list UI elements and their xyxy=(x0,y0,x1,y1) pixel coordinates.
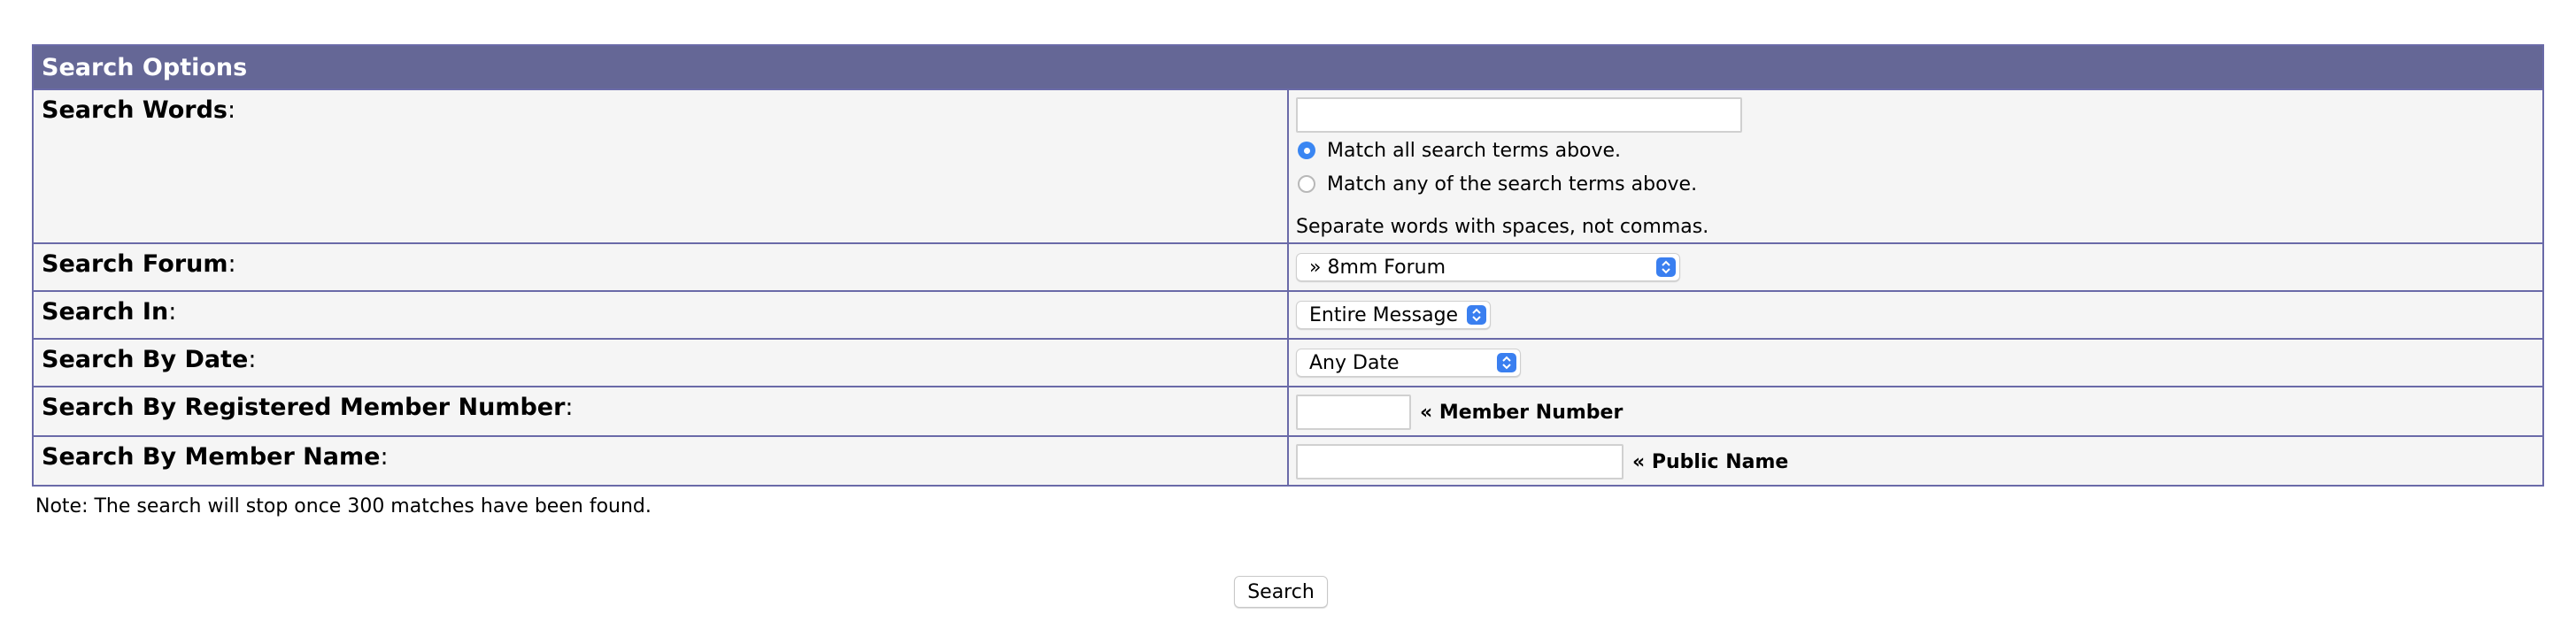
match-any-radio[interactable] xyxy=(1298,175,1315,193)
search-member-name-row: Search By Member Name: « Public Name xyxy=(32,435,2544,487)
search-member-number-value-cell: « Member Number xyxy=(1287,386,2544,437)
search-date-value-cell: Any Date xyxy=(1287,338,2544,387)
search-member-name-value-cell: « Public Name xyxy=(1287,435,2544,487)
match-all-radio[interactable] xyxy=(1298,142,1315,159)
search-member-name-label-cell: Search By Member Name: xyxy=(32,435,1289,487)
search-forum-value-cell: » 8mm Forum xyxy=(1287,242,2544,292)
search-forum-label-cell: Search Forum: xyxy=(32,242,1289,292)
match-all-label: Match all search terms above. xyxy=(1327,139,1622,162)
up-down-chevron-icon xyxy=(1656,257,1676,277)
member-number-input[interactable] xyxy=(1296,395,1411,430)
search-in-label: Search In xyxy=(42,298,169,326)
match-any-label: Match any of the search terms above. xyxy=(1327,172,1698,196)
search-member-name-label: Search By Member Name xyxy=(42,443,381,471)
search-forum-row: Search Forum: » 8mm Forum xyxy=(32,242,2544,292)
search-words-label: Search Words xyxy=(42,96,228,124)
search-member-number-label: Search By Registered Member Number xyxy=(42,394,566,421)
search-options-table: Search Options Search Words: Match all s… xyxy=(32,44,2544,487)
search-words-input[interactable] xyxy=(1296,97,1742,133)
search-in-label-cell: Search In: xyxy=(32,290,1289,340)
search-button[interactable]: Search xyxy=(1234,576,1328,608)
search-in-value-cell: Entire Message xyxy=(1287,290,2544,340)
search-date-row: Search By Date: Any Date xyxy=(32,338,2544,387)
search-limit-note: Note: The search will stop once 300 matc… xyxy=(35,495,652,518)
search-words-hint: Separate words with spaces, not commas. xyxy=(1296,216,1709,238)
public-name-hint: « Public Name xyxy=(1632,450,1789,473)
search-options-title: Search Options xyxy=(32,44,2544,90)
search-forum-selected: » 8mm Forum xyxy=(1309,256,1446,279)
search-words-row: Search Words: Match all search terms abo… xyxy=(32,88,2544,244)
search-in-row: Search In: Entire Message xyxy=(32,290,2544,340)
header-row: Search Options xyxy=(32,44,2544,90)
search-words-label-cell: Search Words: xyxy=(32,88,1289,244)
match-any-option[interactable]: Match any of the search terms above. xyxy=(1296,168,2542,200)
search-date-label-cell: Search By Date: xyxy=(32,338,1289,387)
member-number-hint: « Member Number xyxy=(1420,401,1623,424)
match-all-option[interactable]: Match all search terms above. xyxy=(1296,134,2542,166)
search-date-select[interactable]: Any Date xyxy=(1296,349,1521,377)
member-name-input[interactable] xyxy=(1296,444,1623,479)
up-down-chevron-icon xyxy=(1467,305,1486,325)
search-forum-label: Search Forum xyxy=(42,250,228,278)
search-date-selected: Any Date xyxy=(1309,351,1400,374)
up-down-chevron-icon xyxy=(1497,353,1516,372)
search-date-label: Search By Date xyxy=(42,346,249,373)
search-in-select[interactable]: Entire Message xyxy=(1296,301,1491,329)
search-forum-select[interactable]: » 8mm Forum xyxy=(1296,253,1680,281)
search-in-selected: Entire Message xyxy=(1309,303,1459,326)
search-member-number-label-cell: Search By Registered Member Number: xyxy=(32,386,1289,437)
search-words-value-cell: Match all search terms above. Match any … xyxy=(1287,88,2544,244)
search-member-number-row: Search By Registered Member Number: « Me… xyxy=(32,386,2544,437)
